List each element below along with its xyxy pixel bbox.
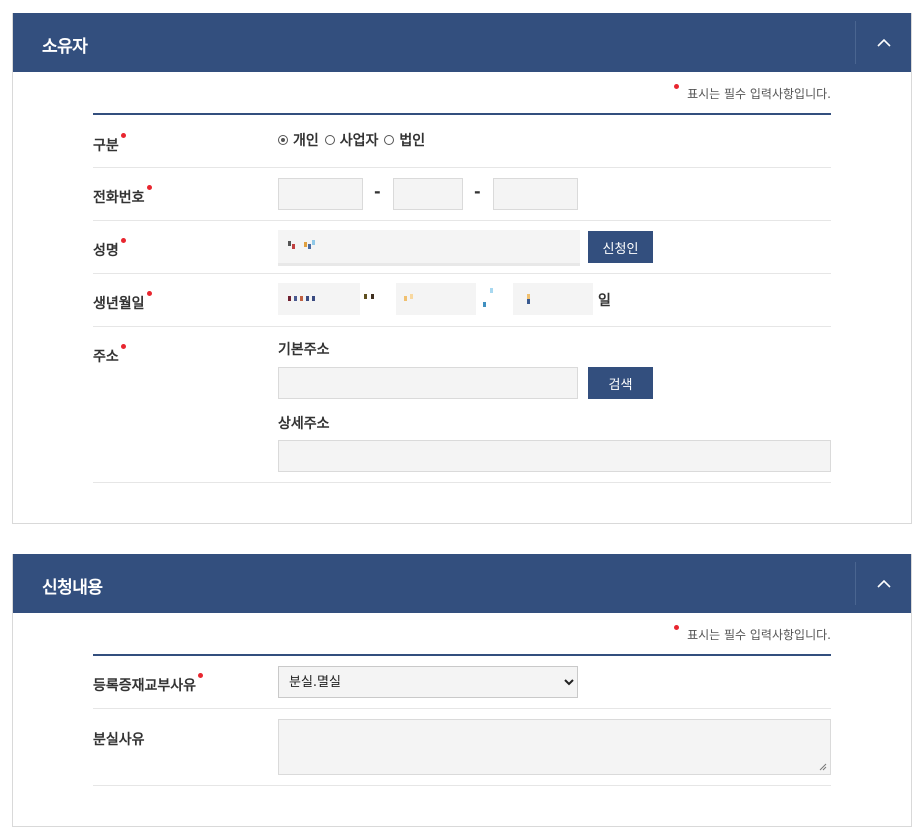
redacted-pixel (294, 296, 297, 301)
required-dot-icon (146, 185, 152, 190)
redacted-pixel (483, 302, 486, 307)
redacted-pixel (288, 241, 291, 246)
redacted-pixel (292, 244, 295, 249)
application-section-title: 신청내용 (42, 578, 103, 598)
birth-row: 생년월일 일 (93, 274, 831, 327)
phone-input-3[interactable] (493, 178, 578, 210)
resize-handle-icon[interactable] (819, 763, 827, 771)
chevron-up-icon (876, 579, 891, 588)
category-row: 구분 개인 사업자 법인 (93, 115, 831, 168)
redacted-pixel (490, 288, 493, 293)
redacted-pixel (304, 242, 307, 247)
radio-business[interactable] (324, 135, 335, 145)
basic-address-label: 기본주소 (278, 342, 330, 358)
birth-day-input[interactable] (513, 283, 593, 315)
loss-reason-label: 분실사유 (93, 732, 145, 748)
name-row: 성명 신청인 (93, 221, 831, 274)
required-dot-icon (146, 291, 152, 296)
loss-reason-textarea[interactable] (278, 719, 831, 775)
detail-address-label: 상세주소 (278, 416, 330, 432)
phone-row: 전화번호 - - (93, 168, 831, 221)
application-section-header: 신청내용 (13, 554, 911, 613)
phone-separator-1: - (374, 182, 381, 201)
name-label: 성명 (93, 238, 126, 260)
radio-individual-label[interactable]: 개인 (293, 130, 319, 150)
detail-address-input[interactable] (278, 440, 831, 472)
owner-form: 구분 개인 사업자 법인 전화번호 - - 성명 신청인 생년월일 일 주소 기… (93, 113, 831, 483)
application-collapse-button[interactable] (855, 562, 911, 605)
birth-month-input[interactable] (396, 283, 476, 315)
required-dot-icon (120, 344, 126, 349)
basic-address-input[interactable] (278, 367, 578, 399)
phone-separator-2: - (474, 182, 481, 201)
birth-day-suffix: 일 (598, 293, 611, 309)
birth-year-input[interactable] (278, 283, 360, 315)
address-search-button[interactable]: 검색 (588, 367, 653, 399)
required-dot-icon (120, 133, 126, 138)
redacted-pixel (288, 296, 291, 301)
applicant-button[interactable]: 신청인 (588, 231, 653, 263)
application-required-note: 표시는 필수 입력사항입니다. (674, 625, 831, 643)
required-dot-icon (198, 673, 204, 678)
radio-individual[interactable] (278, 135, 288, 145)
required-dot-icon (674, 625, 680, 630)
phone-input-1[interactable] (278, 178, 363, 210)
address-row: 주소 기본주소 검색 상세주소 (93, 327, 831, 483)
owner-section-header: 소유자 (13, 13, 911, 72)
radio-corporation-label[interactable]: 법인 (399, 130, 425, 150)
redacted-pixel (312, 240, 315, 245)
category-label: 구분 (93, 133, 126, 155)
redacted-pixel (312, 296, 315, 301)
phone-input-2[interactable] (393, 178, 463, 210)
owner-section: 소유자 표시는 필수 입력사항입니다. 구분 개인 사업자 법인 전화번호 - … (12, 13, 912, 524)
owner-required-note: 표시는 필수 입력사항입니다. (674, 84, 831, 102)
application-form: 등록증재교부사유 분실.멸실 분실사유 (93, 654, 831, 786)
radio-business-label[interactable]: 사업자 (340, 130, 379, 150)
category-radio-group: 개인 사업자 법인 (278, 130, 425, 150)
redacted-pixel (404, 296, 407, 301)
redacted-pixel (308, 244, 311, 249)
redacted-pixel (527, 299, 530, 304)
owner-required-note-text: 표시는 필수 입력사항입니다. (687, 87, 831, 101)
redacted-pixel (300, 296, 303, 301)
reason-select[interactable]: 분실.멸실 (278, 666, 578, 698)
redacted-pixel (306, 296, 309, 301)
required-dot-icon (674, 84, 680, 89)
name-input[interactable] (278, 230, 580, 266)
reason-label: 등록증재교부사유 (93, 673, 204, 695)
required-dot-icon (120, 238, 126, 243)
birth-label: 생년월일 (93, 291, 152, 313)
loss-reason-row: 분실사유 (93, 709, 831, 786)
address-label: 주소 (93, 344, 126, 366)
application-required-note-text: 표시는 필수 입력사항입니다. (687, 628, 831, 642)
phone-label: 전화번호 (93, 185, 152, 207)
chevron-up-icon (876, 38, 891, 47)
application-section: 신청내용 표시는 필수 입력사항입니다. 등록증재교부사유 분실.멸실 분실사유 (12, 554, 912, 827)
reason-row: 등록증재교부사유 분실.멸실 (93, 656, 831, 709)
redacted-pixel (371, 294, 374, 299)
owner-collapse-button[interactable] (855, 21, 911, 64)
redacted-pixel (364, 294, 367, 299)
owner-section-title: 소유자 (42, 37, 88, 57)
redacted-pixel (410, 294, 413, 299)
radio-corporation[interactable] (384, 135, 395, 145)
